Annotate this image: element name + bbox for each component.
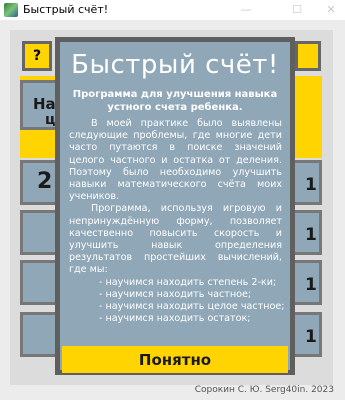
top-right-tile[interactable] [295, 41, 321, 71]
task-header-fragment-2: ц [45, 112, 56, 128]
dialog-title: Быстрый счёт! [71, 50, 279, 80]
answer-tile-left-4[interactable] [20, 312, 60, 357]
title-bar[interactable]: Быстрый счёт! — ☐ ✕ [0, 0, 345, 20]
goal-item: научимся находить степень 2-ки; [99, 277, 282, 289]
answer-value-right-2: 1 [305, 225, 317, 245]
answer-value-right-3: 1 [305, 275, 317, 295]
close-button[interactable]: ✕ [317, 0, 345, 20]
dialog-body: В моей практике было выявлены следующие … [69, 118, 285, 326]
answer-value-left: 2 [37, 169, 53, 194]
goal-item: научимся находить остаток; [99, 313, 282, 325]
app-window: Быстрый счёт! — ☐ ✕ ? На ц 2 1 1 1 1 Быс… [0, 0, 345, 400]
help-button[interactable]: ? [22, 41, 52, 71]
maximize-button[interactable]: ☐ [283, 0, 311, 20]
task-header-fragment: На [33, 95, 56, 113]
goals-list: научимся находить степень 2-ки; научимся… [69, 277, 285, 326]
ok-button[interactable]: Понятно [62, 346, 288, 373]
goal-item: научимся находить частное; [99, 289, 282, 301]
app-icon [4, 3, 18, 17]
dialog-paragraph-2: Программа, используя игровую и непринужд… [69, 203, 282, 276]
about-dialog: Быстрый счёт! Программа для улучшения на… [55, 37, 295, 375]
author-credit: Сорокин С. Ю. Serg40in. 2023 [194, 385, 334, 395]
answer-value-right-1: 1 [305, 175, 317, 195]
answer-tile-left-3[interactable] [20, 260, 60, 305]
answer-tile-left-2[interactable] [20, 210, 60, 255]
dialog-subtitle: Программа для улучшения навыка устного с… [72, 89, 278, 113]
dialog-paragraph-1: В моей практике было выявлены следующие … [69, 118, 282, 203]
answer-value-right-4: 1 [305, 327, 317, 347]
goal-item: научимся находить целое частное; [99, 301, 285, 313]
answer-tile-left[interactable]: 2 [20, 160, 60, 205]
minimize-button[interactable]: — [232, 0, 260, 20]
window-title: Быстрый счёт! [23, 3, 109, 16]
